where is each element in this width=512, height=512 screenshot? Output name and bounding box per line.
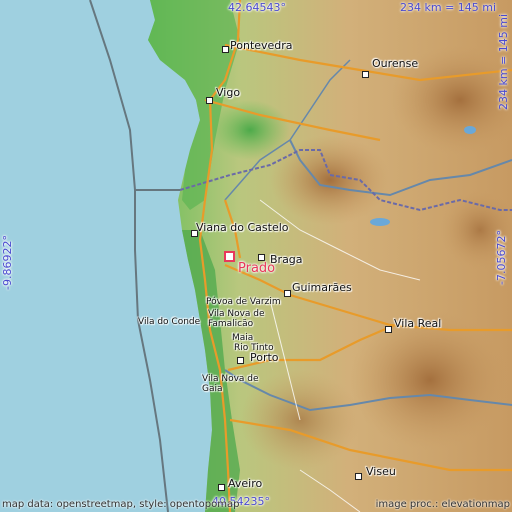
city-label-vigo[interactable]: Vigo <box>216 87 240 98</box>
city-label-povoa-de-varzim[interactable]: Póvoa de Varzim <box>206 298 281 307</box>
coordinate-left: -9.86922° <box>1 235 14 290</box>
attribution-right: image proc.: elevationmap <box>375 499 510 510</box>
city-marker <box>258 254 265 261</box>
coordinate-top: 42.64543° <box>228 1 286 14</box>
city-label-vila-do-conde[interactable]: Vila do Conde <box>138 318 200 327</box>
topographic-map[interactable]: 42.64543° 40.54235° -9.86922° -7.05672° … <box>0 0 512 512</box>
city-label-pontevedra[interactable]: Pontevedra <box>230 40 293 51</box>
city-label-vila-real[interactable]: Vila Real <box>394 318 441 329</box>
city-label-aveiro[interactable]: Aveiro <box>228 478 262 489</box>
place-label[interactable]: Prado <box>238 262 275 275</box>
city-marker <box>222 46 229 53</box>
city-label-guimaraes[interactable]: Guimarães <box>292 282 352 293</box>
city-label-vila-nova-de-gaia[interactable]: Vila Nova de Gaia <box>202 374 264 395</box>
city-marker <box>385 326 392 333</box>
city-label-viseu[interactable]: Viseu <box>366 466 396 477</box>
attribution-left: map data: openstreetmap, style: opentopo… <box>2 499 240 510</box>
city-marker <box>355 473 362 480</box>
city-marker <box>362 71 369 78</box>
scale-right: 234 km = 145 mi <box>497 13 510 110</box>
terrain-layer <box>0 0 512 512</box>
city-marker <box>218 484 225 491</box>
city-label-viana-do-castelo[interactable]: Viana do Castelo <box>196 222 289 233</box>
coordinate-right: -7.05672° <box>495 230 508 285</box>
city-marker <box>237 357 244 364</box>
place-marker[interactable] <box>224 251 235 262</box>
city-label-porto[interactable]: Porto <box>250 352 279 363</box>
scale-top: 234 km = 145 mi <box>400 1 497 14</box>
city-marker <box>206 97 213 104</box>
city-label-maia[interactable]: Maia <box>232 334 253 343</box>
city-marker <box>284 290 291 297</box>
city-label-vila-nova-de-famalicao[interactable]: Vila Nova de Famalicão <box>208 309 272 330</box>
city-label-ourense[interactable]: Ourense <box>372 58 418 69</box>
